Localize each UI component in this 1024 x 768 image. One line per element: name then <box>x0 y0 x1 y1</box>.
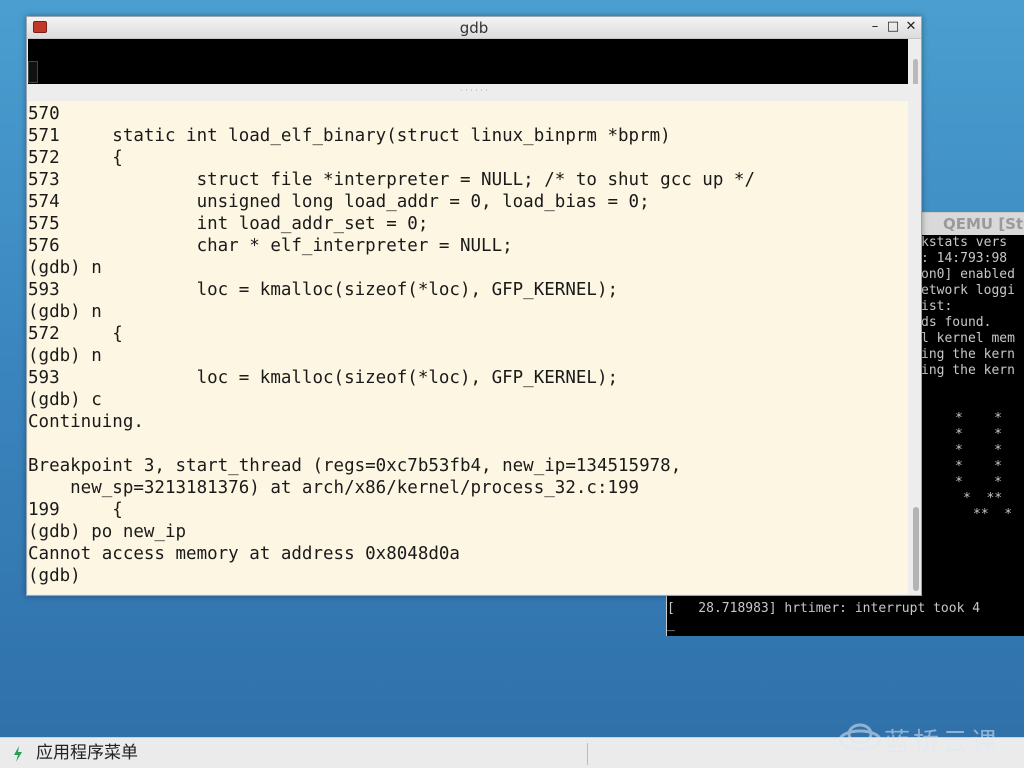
qemu-line: * * <box>955 443 1002 458</box>
window-title: gdb <box>459 19 489 37</box>
console-line: 570 <box>28 104 60 124</box>
app-menu-icon[interactable] <box>12 746 24 762</box>
qemu-line: * * <box>955 411 1002 426</box>
taskbar-separator <box>587 743 588 765</box>
qemu-line: [ 28.718983] hrtimer: interrupt took 4 <box>667 601 981 616</box>
console-line: 576 char * elf_interpreter = NULL; <box>28 236 513 256</box>
qemu-line: etwork loggi <box>921 283 1015 298</box>
console-line: (gdb) n <box>28 258 102 278</box>
qemu-line: l kernel mem <box>921 331 1015 346</box>
console-line: Breakpoint 3, start_thread (regs=0xc7b53… <box>28 456 682 476</box>
qemu-line: * * <box>955 427 1002 442</box>
console-line: 571 static int load_elf_binary(struct li… <box>28 126 671 146</box>
watermark-logo: 蓝桥云课 <box>838 720 1018 758</box>
close-button[interactable]: ✕ <box>903 19 919 35</box>
console-line: 574 unsigned long load_addr = 0, load_bi… <box>28 192 650 212</box>
console-line: 199 { <box>28 500 123 520</box>
cloud-icon <box>838 723 882 751</box>
console-line: 593 loc = kmalloc(sizeof(*loc), GFP_KERN… <box>28 280 619 300</box>
console-line: new_sp=3213181376) at arch/x86/kernel/pr… <box>28 478 640 498</box>
console-line: 572 { <box>28 324 123 344</box>
console-scroll-thumb[interactable] <box>913 507 919 591</box>
console-line: Continuing. <box>28 412 144 432</box>
qemu-line: ing the kern <box>921 347 1015 362</box>
console-line: (gdb) c <box>28 390 102 410</box>
maximize-button[interactable]: □ <box>885 19 901 35</box>
qemu-line: on0] enabled <box>921 267 1015 282</box>
qemu-line: : 14:793:98 <box>921 251 1008 266</box>
gdb-console-pane[interactable]: 570 571 static int load_elf_binary(struct… <box>28 101 908 594</box>
console-line: 575 int load_addr_set = 0; <box>28 214 429 234</box>
gdb-input-pane[interactable] <box>28 39 908 84</box>
qemu-line: ds found. <box>921 315 992 330</box>
applications-menu-button[interactable]: 应用程序菜单 <box>36 742 138 764</box>
qemu-line: * * <box>955 459 1002 474</box>
console-line: (gdb) n <box>28 302 102 322</box>
gdb-titlebar[interactable]: gdb – □ ✕ <box>27 17 921 39</box>
console-output: 570 571 static int load_elf_binary(struct… <box>28 103 755 587</box>
console-line: 593 loc = kmalloc(sizeof(*loc), GFP_KERN… <box>28 368 619 388</box>
console-line: 573 struct file *interpreter = NULL; /* … <box>28 170 755 190</box>
qemu-line: ing the kern <box>921 363 1015 378</box>
qemu-line: * * <box>955 475 1002 490</box>
watermark-text: 蓝桥云课 <box>884 728 1001 758</box>
qemu-line: kstats vers <box>921 235 1008 250</box>
console-line: (gdb) n <box>28 346 102 366</box>
qemu-cursor: _ <box>667 617 675 632</box>
qemu-line: * ** <box>963 491 1003 506</box>
minimize-button[interactable]: – <box>867 19 883 35</box>
text-cursor <box>28 61 38 83</box>
console-line: (gdb) <box>28 566 81 586</box>
console-line: 572 { <box>28 148 123 168</box>
console-line: Cannot access memory at address 0x8048d0… <box>28 544 460 564</box>
qemu-line: ist: <box>921 299 953 314</box>
gdb-window[interactable]: gdb – □ ✕ · · · · · · 570 571 static int … <box>26 16 922 596</box>
qemu-line: ** * <box>973 507 1013 522</box>
pane-splitter-handle[interactable]: · · · · · · <box>27 84 921 98</box>
console-line: (gdb) po new_ip <box>28 522 187 542</box>
